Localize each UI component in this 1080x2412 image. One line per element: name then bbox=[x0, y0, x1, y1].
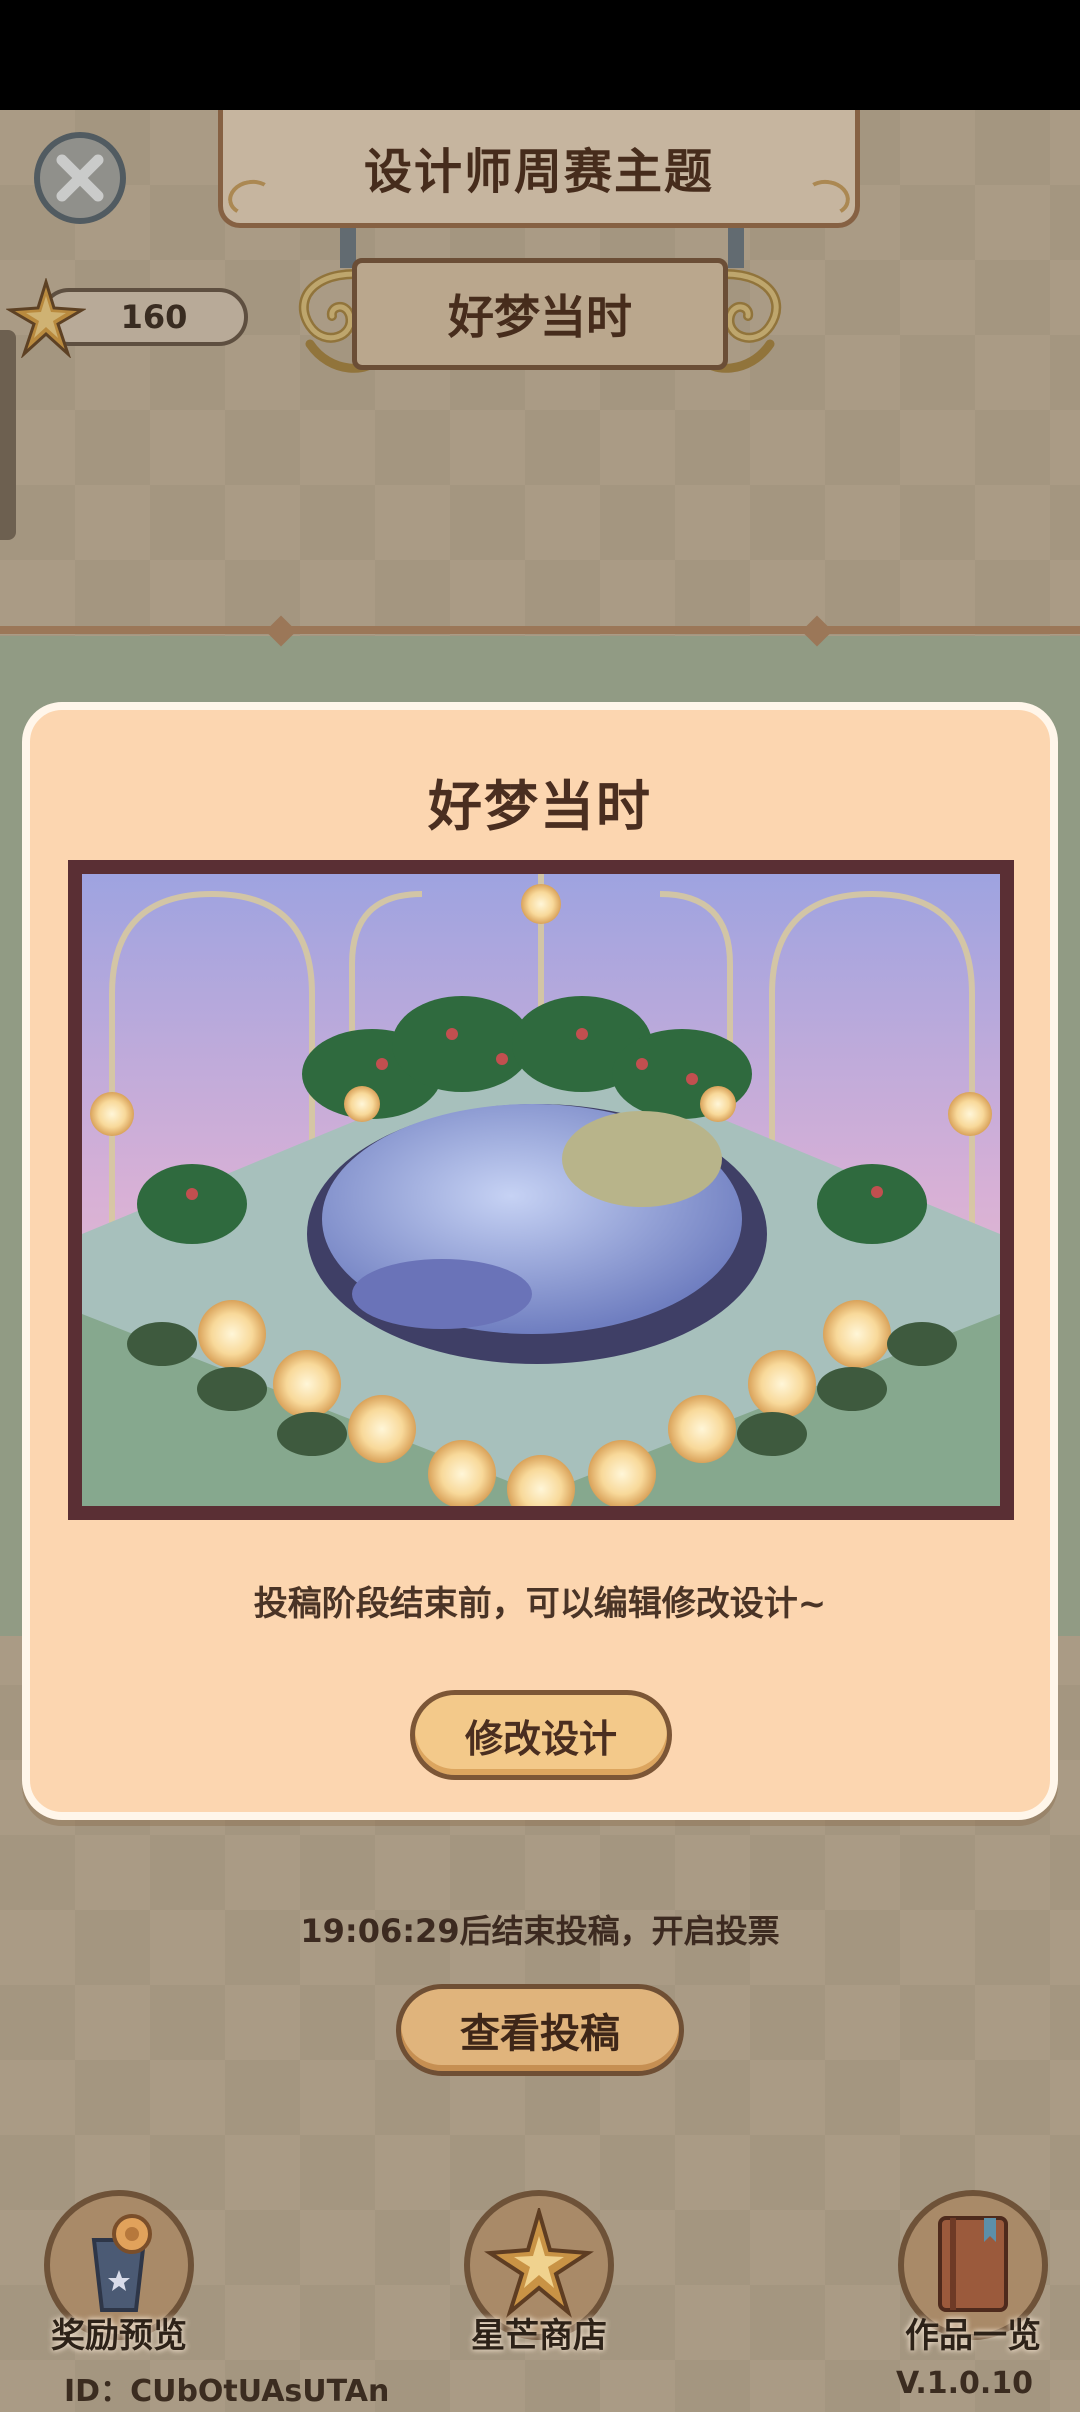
design-preview-image bbox=[82, 874, 1000, 1506]
edit-design-button[interactable]: 修改设计 bbox=[410, 1690, 672, 1780]
trophy-cup-icon bbox=[91, 2214, 152, 2312]
dialog-title: 好梦当时 bbox=[428, 775, 652, 838]
design-preview-dialog: 好梦当时 投稿阶段结束前，可以编辑修改设计~ 修改设计 bbox=[22, 702, 1058, 1820]
book-icon bbox=[938, 2216, 1008, 2312]
nav-label: 星芒商店 bbox=[471, 2316, 607, 2356]
design-preview-frame bbox=[68, 860, 1014, 1520]
user-id-text: ID：CUbOtUAsUTAn bbox=[64, 2374, 390, 2409]
works-gallery-button[interactable]: 作品一览 bbox=[898, 2190, 1048, 2356]
version-text: V.1.0.10 bbox=[896, 2366, 1034, 2401]
nav-label: 作品一览 bbox=[905, 2316, 1041, 2356]
edit-hint-text: 投稿阶段结束前，可以编辑修改设计~ bbox=[253, 1584, 827, 1624]
star-shop-icon bbox=[484, 2208, 594, 2318]
rewards-preview-button[interactable]: 奖励预览 bbox=[44, 2190, 194, 2356]
star-shop-button[interactable]: 星芒商店 bbox=[464, 2190, 614, 2356]
view-submissions-button[interactable]: 查看投稿 bbox=[396, 1984, 684, 2076]
submission-countdown: 19:06:29后结束投稿，开启投票 bbox=[300, 1912, 780, 1950]
nav-label: 奖励预览 bbox=[51, 2316, 187, 2356]
status-bar bbox=[0, 0, 1080, 110]
